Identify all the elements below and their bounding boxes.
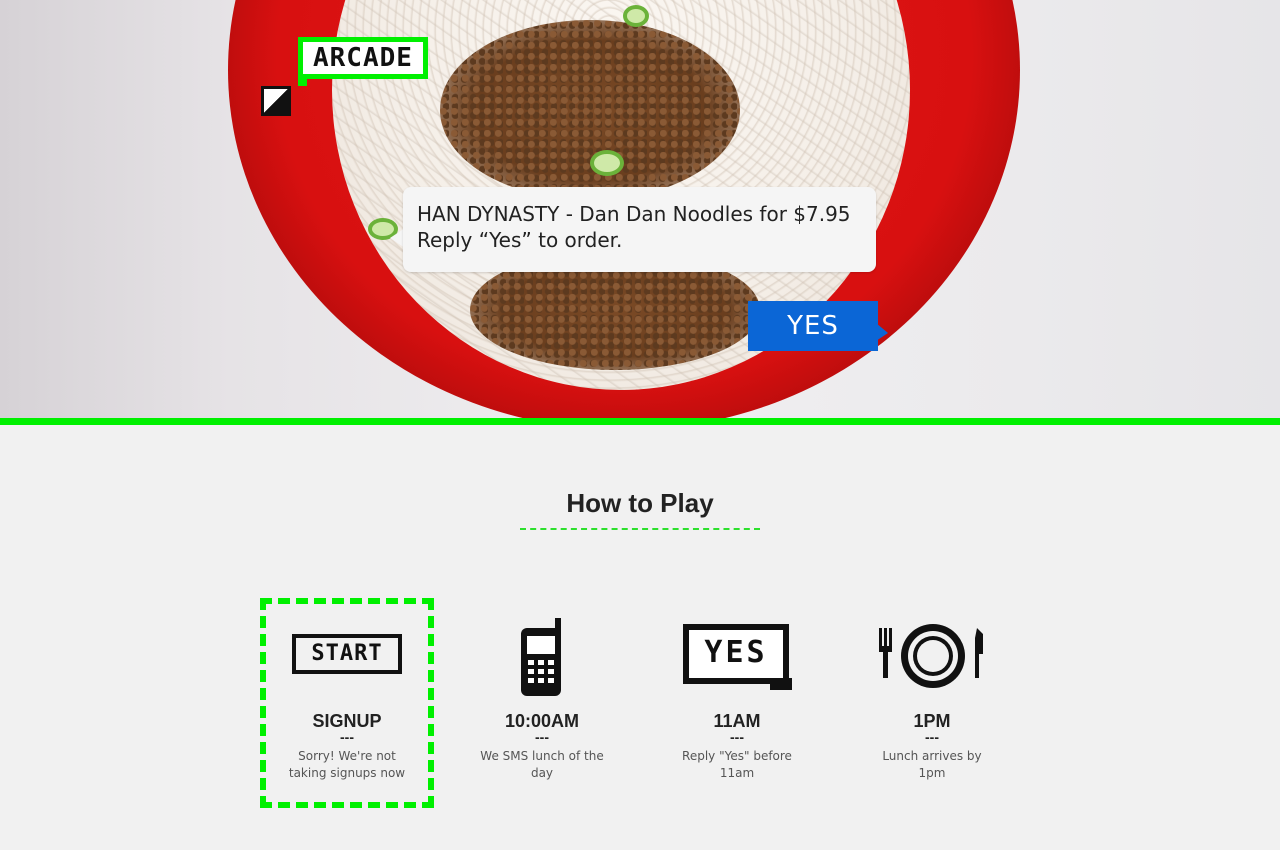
scallion [623, 5, 649, 27]
step-dash: --- [925, 729, 939, 745]
title-underline [520, 528, 760, 530]
sms-message-bubble: HAN DYNASTY - Dan Dan Noodles for $7.95 … [403, 187, 876, 272]
yes-reply-button[interactable]: YES [748, 301, 878, 351]
start-icon-label: START [292, 634, 402, 674]
yes-bubble-tail [876, 323, 888, 341]
step-dash: --- [340, 729, 354, 745]
logo-tail [298, 79, 307, 86]
yes-reply-icon: YES [650, 598, 824, 698]
step-dash: --- [535, 729, 549, 745]
message-line-2: Reply “Yes” to order. [417, 228, 623, 252]
plate-utensils-icon [845, 598, 1019, 698]
hero-divider [0, 418, 1280, 425]
scallion [590, 150, 624, 176]
start-icon: START [266, 598, 428, 698]
arcade-logo[interactable]: ARCADE [298, 37, 428, 79]
step-lunch: 1PM --- Lunch arrives by 1pm [845, 598, 1019, 782]
step-description: Sorry! We're not taking signups now [288, 749, 406, 780]
phone-icon-graphic [521, 618, 561, 696]
plate-utensils-graphic [879, 624, 983, 688]
hero-banner: ARCADE HAN DYNASTY - Dan Dan Noodles for… [0, 0, 1280, 418]
meat-topping [440, 20, 740, 200]
step-sms: 10:00AM --- We SMS lunch of the day [455, 598, 629, 782]
step-description: We SMS lunch of the day [480, 749, 604, 780]
phone-icon [455, 598, 629, 698]
step-description: Lunch arrives by 1pm [882, 749, 982, 780]
step-dash: --- [730, 729, 744, 745]
step-description: Reply "Yes" before 11am [682, 749, 792, 780]
yes-bubble-tail-icon [770, 678, 792, 690]
step-signup[interactable]: START SIGNUP --- Sorry! We're not taking… [260, 598, 434, 808]
message-line-1: HAN DYNASTY - Dan Dan Noodles for $7.95 [417, 202, 851, 226]
how-to-play-title: How to Play [566, 488, 714, 518]
step-reply: YES 11AM --- Reply "Yes" before 11am [650, 598, 824, 782]
contrast-toggle-icon[interactable] [261, 86, 291, 116]
